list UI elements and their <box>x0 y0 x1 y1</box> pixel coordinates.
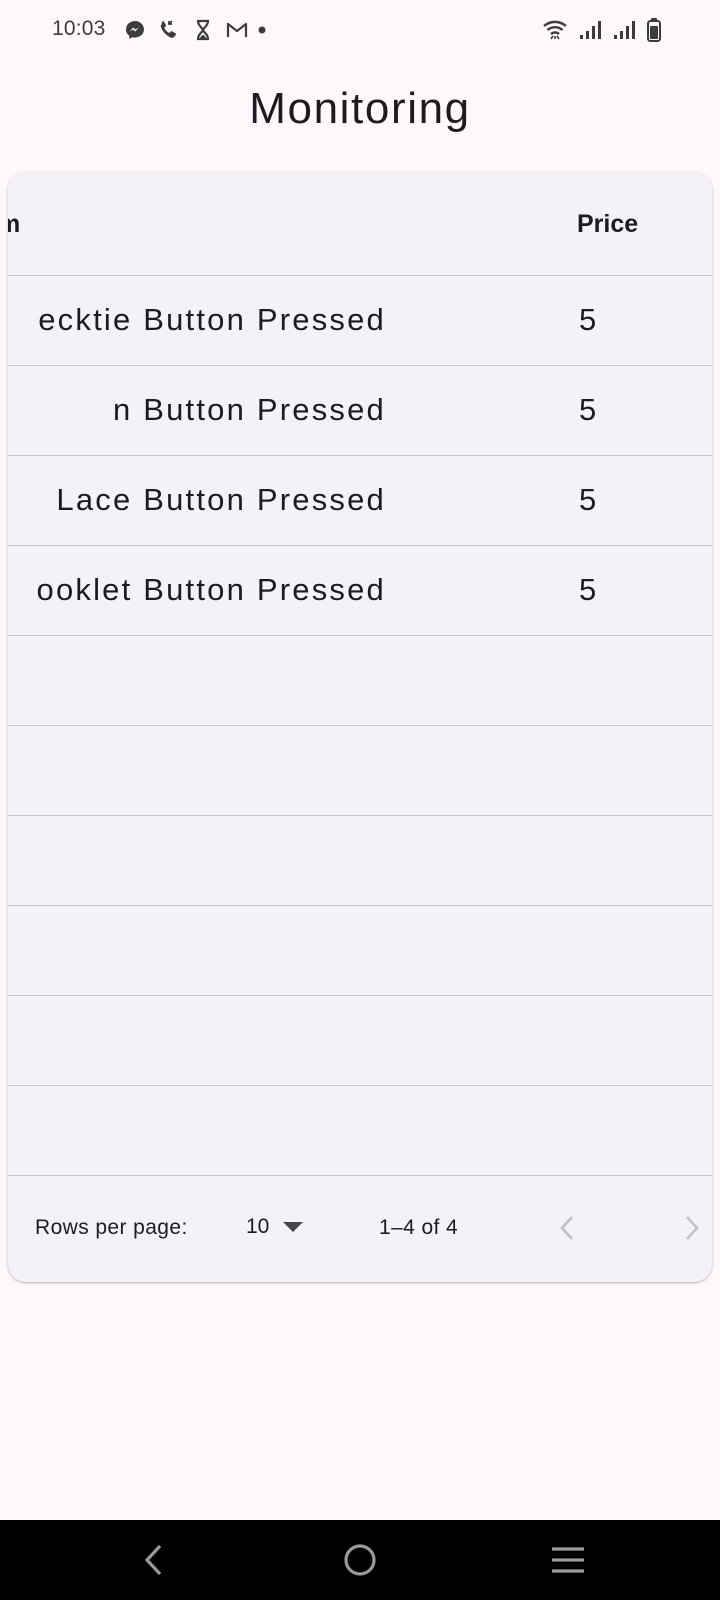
rows-per-page-select[interactable]: 10 <box>246 1212 304 1242</box>
empty-table-row <box>8 636 712 726</box>
system-icons <box>532 17 662 43</box>
price-cell: 5 <box>579 482 597 517</box>
item-cell: ecktie Button Pressed <box>38 302 386 337</box>
empty-table-row <box>8 726 712 816</box>
table-row[interactable]: n Button Pressed 5 <box>8 366 712 456</box>
signal-icon <box>578 19 602 41</box>
dot-icon <box>258 21 266 39</box>
page-range-text: 1–4 of 4 <box>379 1216 459 1239</box>
column-header-item[interactable]: m <box>8 210 20 239</box>
table-row[interactable]: ecktie Button Pressed 5 <box>8 276 712 366</box>
dropdown-arrow-icon <box>283 1222 304 1232</box>
item-cell: Lace Button Pressed <box>56 482 386 517</box>
item-cell: ooklet Button Pressed <box>36 572 386 607</box>
table-row[interactable]: ooklet Button Pressed 5 <box>8 546 712 636</box>
pagination-footer: Rows per page: 10 1–4 of 4 <box>8 1176 712 1282</box>
battery-icon <box>646 17 662 43</box>
wifi-icon <box>542 19 568 41</box>
price-cell: 5 <box>579 302 597 337</box>
price-cell: 5 <box>579 392 597 427</box>
next-page-button[interactable] <box>684 1206 712 1250</box>
status-bar: 10:03 <box>0 0 720 62</box>
chevron-left-icon <box>560 1216 573 1240</box>
recents-button[interactable] <box>508 1520 628 1600</box>
gmail-icon <box>224 18 250 42</box>
signal-icon <box>612 19 636 41</box>
item-cell: n Button Pressed <box>112 392 386 427</box>
table-body: ecktie Button Pressed 5 n Button Pressed… <box>8 276 712 1176</box>
empty-table-row <box>8 996 712 1086</box>
chevron-right-icon <box>686 1216 699 1240</box>
empty-table-row <box>8 816 712 906</box>
empty-table-row <box>8 1086 712 1176</box>
previous-page-button[interactable] <box>552 1206 582 1250</box>
messenger-icon <box>122 18 148 42</box>
rows-per-page-value: 10 <box>246 1215 270 1238</box>
table-header: m Price <box>8 172 712 276</box>
rows-per-page-label: Rows per page: <box>35 1216 188 1239</box>
back-icon <box>144 1544 162 1576</box>
home-button[interactable] <box>300 1520 420 1600</box>
phone-call-icon <box>156 18 182 42</box>
price-cell: 5 <box>579 572 597 607</box>
hourglass-icon <box>190 18 216 42</box>
empty-table-row <box>8 906 712 996</box>
recents-icon <box>552 1547 584 1573</box>
data-table-card: m Price ecktie Button Pressed 5 n Button… <box>8 172 712 1282</box>
status-time: 10:03 <box>52 17 106 40</box>
table-row[interactable]: Lace Button Pressed 5 <box>8 456 712 546</box>
navigation-bar <box>0 1520 720 1600</box>
column-header-price[interactable]: Price <box>577 210 638 239</box>
back-button[interactable] <box>93 1520 213 1600</box>
home-icon <box>344 1544 376 1576</box>
page-title: Monitoring <box>249 84 471 133</box>
notification-icons <box>122 18 266 42</box>
